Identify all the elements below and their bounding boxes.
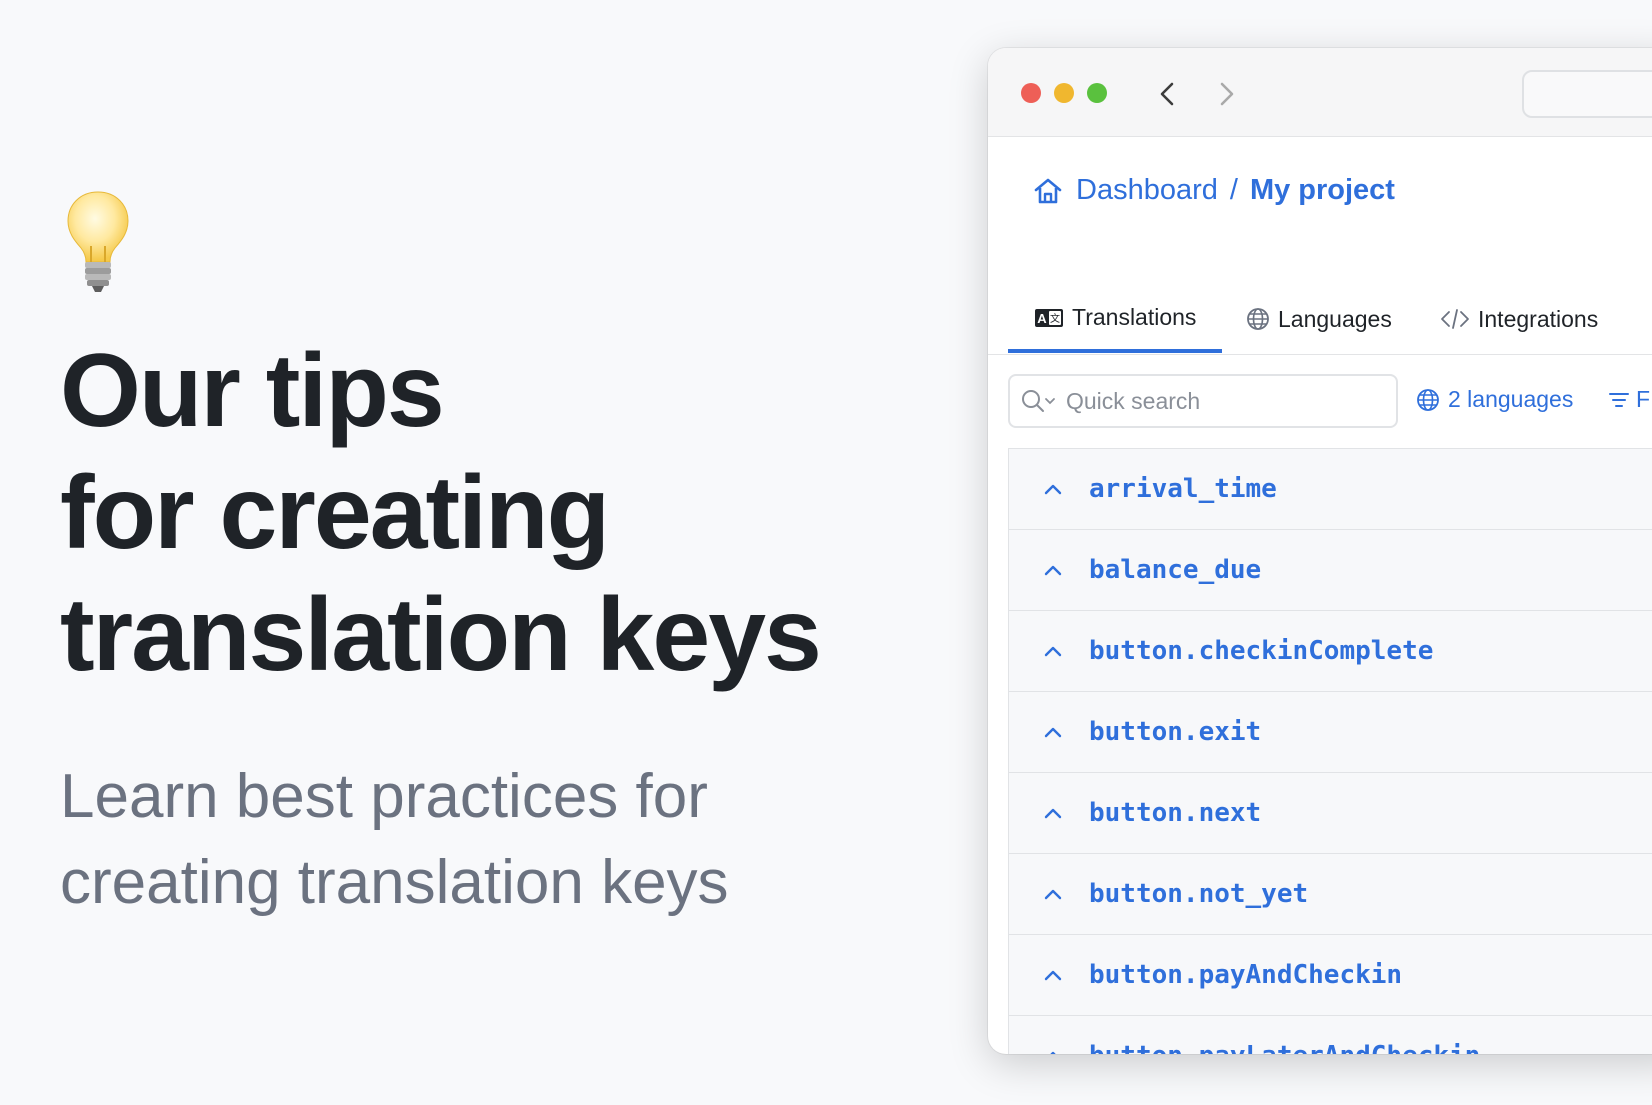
translation-key[interactable]: button.not_yet <box>1089 854 1308 934</box>
chevron-up-icon[interactable] <box>1041 801 1065 825</box>
translation-key[interactable]: button.next <box>1089 773 1261 853</box>
hero-section: Our tips for creating translation keys L… <box>60 190 880 926</box>
tab-languages[interactable]: Languages <box>1246 286 1392 352</box>
minimize-window-button[interactable] <box>1054 83 1074 103</box>
chevron-up-icon[interactable] <box>1041 477 1065 501</box>
tab-divider <box>988 354 1652 355</box>
list-item[interactable]: button.exit <box>1009 692 1652 773</box>
globe-icon <box>1417 388 1439 411</box>
breadcrumb-dashboard-link[interactable]: Dashboard <box>1076 174 1218 207</box>
back-arrow-icon[interactable] <box>1154 80 1182 108</box>
address-bar[interactable] <box>1522 70 1652 118</box>
list-item[interactable]: button.next <box>1009 773 1652 854</box>
maximize-window-button[interactable] <box>1087 83 1107 103</box>
list-item[interactable]: button.payLaterAndCheckin <box>1009 1016 1652 1054</box>
forward-arrow-icon[interactable] <box>1212 80 1240 108</box>
language-filter-label: 2 languages <box>1448 386 1574 412</box>
tab-bar: A 文 Translations Languages Integrations <box>1008 286 1652 353</box>
globe-icon <box>1247 308 1269 330</box>
code-icon <box>1441 309 1469 329</box>
chevron-up-icon[interactable] <box>1041 882 1065 906</box>
list-item[interactable]: balance_due <box>1009 530 1652 611</box>
translation-key[interactable]: button.payLaterAndCheckin <box>1089 1016 1480 1054</box>
svg-text:A: A <box>1037 311 1047 326</box>
list-item[interactable]: arrival_time <box>1009 449 1652 530</box>
breadcrumb-project-link[interactable]: My project <box>1250 174 1395 207</box>
language-filter-button[interactable]: 2 languages <box>1416 386 1573 413</box>
chevron-up-icon[interactable] <box>1041 558 1065 582</box>
title-line: translation keys <box>60 577 822 693</box>
svg-text:文: 文 <box>1050 312 1060 325</box>
filter-label: F <box>1636 386 1651 412</box>
tab-translations[interactable]: A 文 Translations <box>1008 286 1222 353</box>
tab-label: Translations <box>1072 304 1197 330</box>
chevron-up-icon[interactable] <box>1041 720 1065 744</box>
subtitle-line: Learn best practices for <box>60 762 708 831</box>
chevron-up-icon[interactable] <box>1041 639 1065 663</box>
title-line: Our tips <box>60 333 445 449</box>
search-icon <box>1022 390 1055 412</box>
subtitle: Learn best practices for creating transl… <box>60 754 880 926</box>
translation-key[interactable]: arrival_time <box>1089 449 1277 529</box>
translation-key[interactable]: button.exit <box>1089 692 1261 772</box>
translation-key-list: arrival_time balance_due button.checkinC… <box>1008 448 1652 1054</box>
tab-label: Languages <box>1278 305 1392 332</box>
filter-button[interactable]: F <box>1608 386 1650 413</box>
subtitle-line: creating translation keys <box>60 848 729 917</box>
search-input[interactable] <box>1064 386 1368 416</box>
tab-label: Integrations <box>1478 305 1599 332</box>
tab-integrations[interactable]: Integrations <box>1440 286 1598 352</box>
window-titlebar <box>988 48 1652 137</box>
list-item[interactable]: button.checkinComplete <box>1009 611 1652 692</box>
close-window-button[interactable] <box>1021 83 1041 103</box>
list-item[interactable]: button.not_yet <box>1009 854 1652 935</box>
list-item[interactable]: button.payAndCheckin <box>1009 935 1652 1016</box>
translation-key[interactable]: button.payAndCheckin <box>1089 935 1402 1015</box>
filter-icon <box>1609 392 1629 407</box>
lightbulb-icon <box>67 191 129 292</box>
breadcrumb: Dashboard / My project <box>1032 174 1395 207</box>
chevron-up-icon[interactable] <box>1041 963 1065 987</box>
app-window: Dashboard / My project A 文 Translations … <box>988 48 1652 1054</box>
breadcrumb-separator: / <box>1229 174 1238 206</box>
translation-key[interactable]: button.checkinComplete <box>1089 611 1433 691</box>
quick-search[interactable] <box>1008 374 1398 428</box>
page-title: Our tips for creating translation keys <box>60 330 880 696</box>
translation-key[interactable]: balance_due <box>1089 530 1261 610</box>
chevron-up-icon[interactable] <box>1041 1044 1065 1054</box>
title-line: for creating <box>60 455 610 571</box>
home-icon <box>1034 178 1062 203</box>
translate-icon: A 文 <box>1035 308 1063 327</box>
